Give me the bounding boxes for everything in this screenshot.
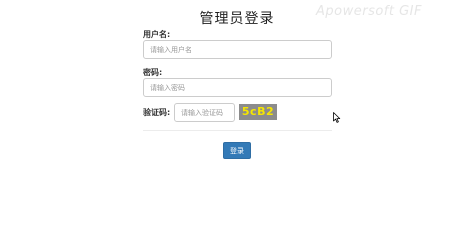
form-divider [143, 130, 332, 131]
password-label: 密码: [143, 68, 163, 77]
mouse-pointer-icon [333, 112, 341, 123]
username-field[interactable] [143, 40, 332, 59]
captcha-image[interactable]: 5cB2 [239, 104, 277, 120]
captcha-label: 验证码: [143, 108, 171, 117]
password-field[interactable] [143, 78, 332, 97]
page-title: 管理员登录 [199, 11, 275, 27]
login-button[interactable]: 登录 [223, 142, 251, 159]
username-label: 用户名: [143, 30, 171, 39]
captcha-field[interactable] [174, 103, 235, 122]
